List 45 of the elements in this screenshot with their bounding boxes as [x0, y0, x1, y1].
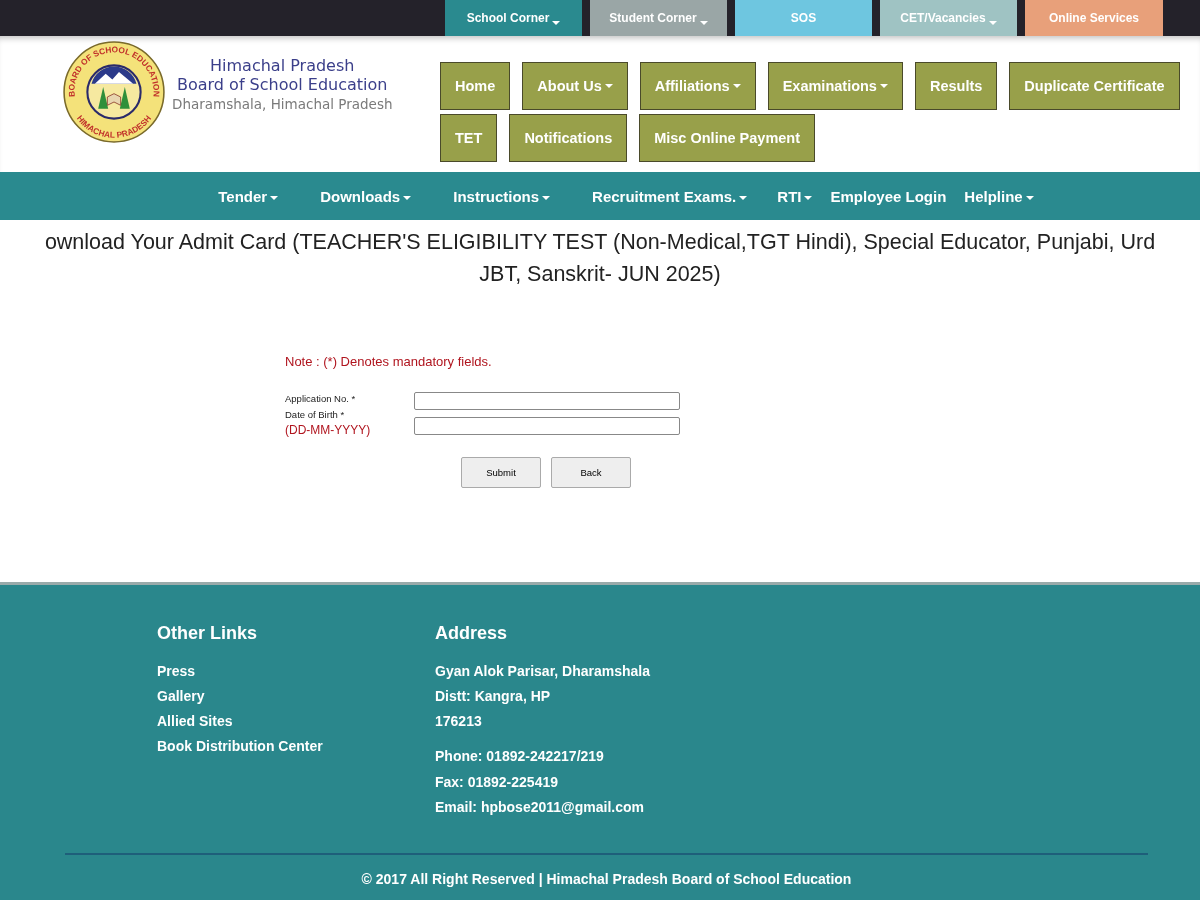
main-menu-button[interactable]: TET	[440, 114, 498, 162]
main-menu-button[interactable]: Duplicate Certificate	[1009, 62, 1180, 110]
address-line: 176213	[435, 712, 482, 731]
sub-menu-link[interactable]: RTI	[768, 187, 822, 205]
main-menu-button[interactable]: Affiliations	[639, 62, 756, 110]
footer-heading: Other Links	[157, 623, 258, 644]
footer-heading: Address	[435, 623, 508, 644]
page-title: ownload Your Admit Card (TEACHER'S ELIGIBILITY TEST (Non-Medical,TGT Hindi), Special Educator, Punjabi, Urd	[44, 229, 1156, 256]
sub-menu-link[interactable]: Recruitment Exams.	[583, 187, 757, 205]
contact-line: Fax: 01892-225419	[435, 772, 558, 792]
footer-link[interactable]: Press	[157, 659, 196, 684]
address-line: Distt: Kangra, HP	[435, 687, 551, 706]
input-field[interactable]	[414, 417, 680, 435]
date-format-hint: (DD-MM-YYYY)	[285, 423, 372, 437]
footer-link[interactable]: Book Distribution Center	[157, 734, 323, 759]
top-nav-tab[interactable]: Student Corner	[590, 0, 727, 36]
field-label: Application No. *	[285, 392, 357, 406]
main-menu-button[interactable]: Results	[914, 62, 998, 110]
sub-menu-link[interactable]: Helpline	[955, 187, 1043, 205]
contact-line: Email: hpbose2011@gmail.com	[435, 798, 644, 817]
main-menu-button[interactable]: Notifications	[509, 114, 628, 162]
field-label: Date of Birth *	[285, 408, 346, 422]
sub-menu-link[interactable]: Employee Login	[821, 187, 956, 205]
mandatory-note: Note : (*) Denotes mandatory fields.	[285, 354, 493, 369]
main-menu-button[interactable]: Home	[440, 62, 511, 110]
form-button[interactable]: Back	[551, 457, 631, 488]
sub-menu-link[interactable]: Downloads	[311, 187, 421, 205]
address-line: Gyan Alok Parisar, Dharamshala	[435, 662, 651, 681]
main-menu-button[interactable]: About Us	[522, 62, 628, 110]
sub-menu-link[interactable]: Tender	[209, 187, 288, 205]
top-nav-tab[interactable]: School Corner	[445, 0, 582, 36]
footer-link[interactable]: Gallery	[157, 684, 205, 709]
page-title: JBT, Sanskrit- JUN 2025)	[479, 261, 721, 288]
main-menu-button[interactable]: Examinations	[767, 62, 903, 110]
sub-menu-link[interactable]: Instructions	[444, 187, 560, 205]
board-name: Himachal Pradesh	[210, 56, 355, 75]
footer-link[interactable]: Allied Sites	[157, 709, 233, 734]
input-field[interactable]	[414, 392, 680, 410]
form-button[interactable]: Submit	[461, 457, 541, 488]
contact-line: Phone: 01892-242217/219	[435, 747, 604, 766]
copyright-text: © 2017 All Right Reserved | Himachal Pradesh Board of School Education	[361, 871, 852, 887]
board-location: Dharamshala, Himachal Pradesh	[172, 96, 393, 112]
board-name: Board of School Education	[177, 75, 388, 94]
top-nav-tab[interactable]: Online Services	[1025, 0, 1163, 36]
main-menu-button[interactable]: Misc Online Payment	[639, 114, 816, 162]
